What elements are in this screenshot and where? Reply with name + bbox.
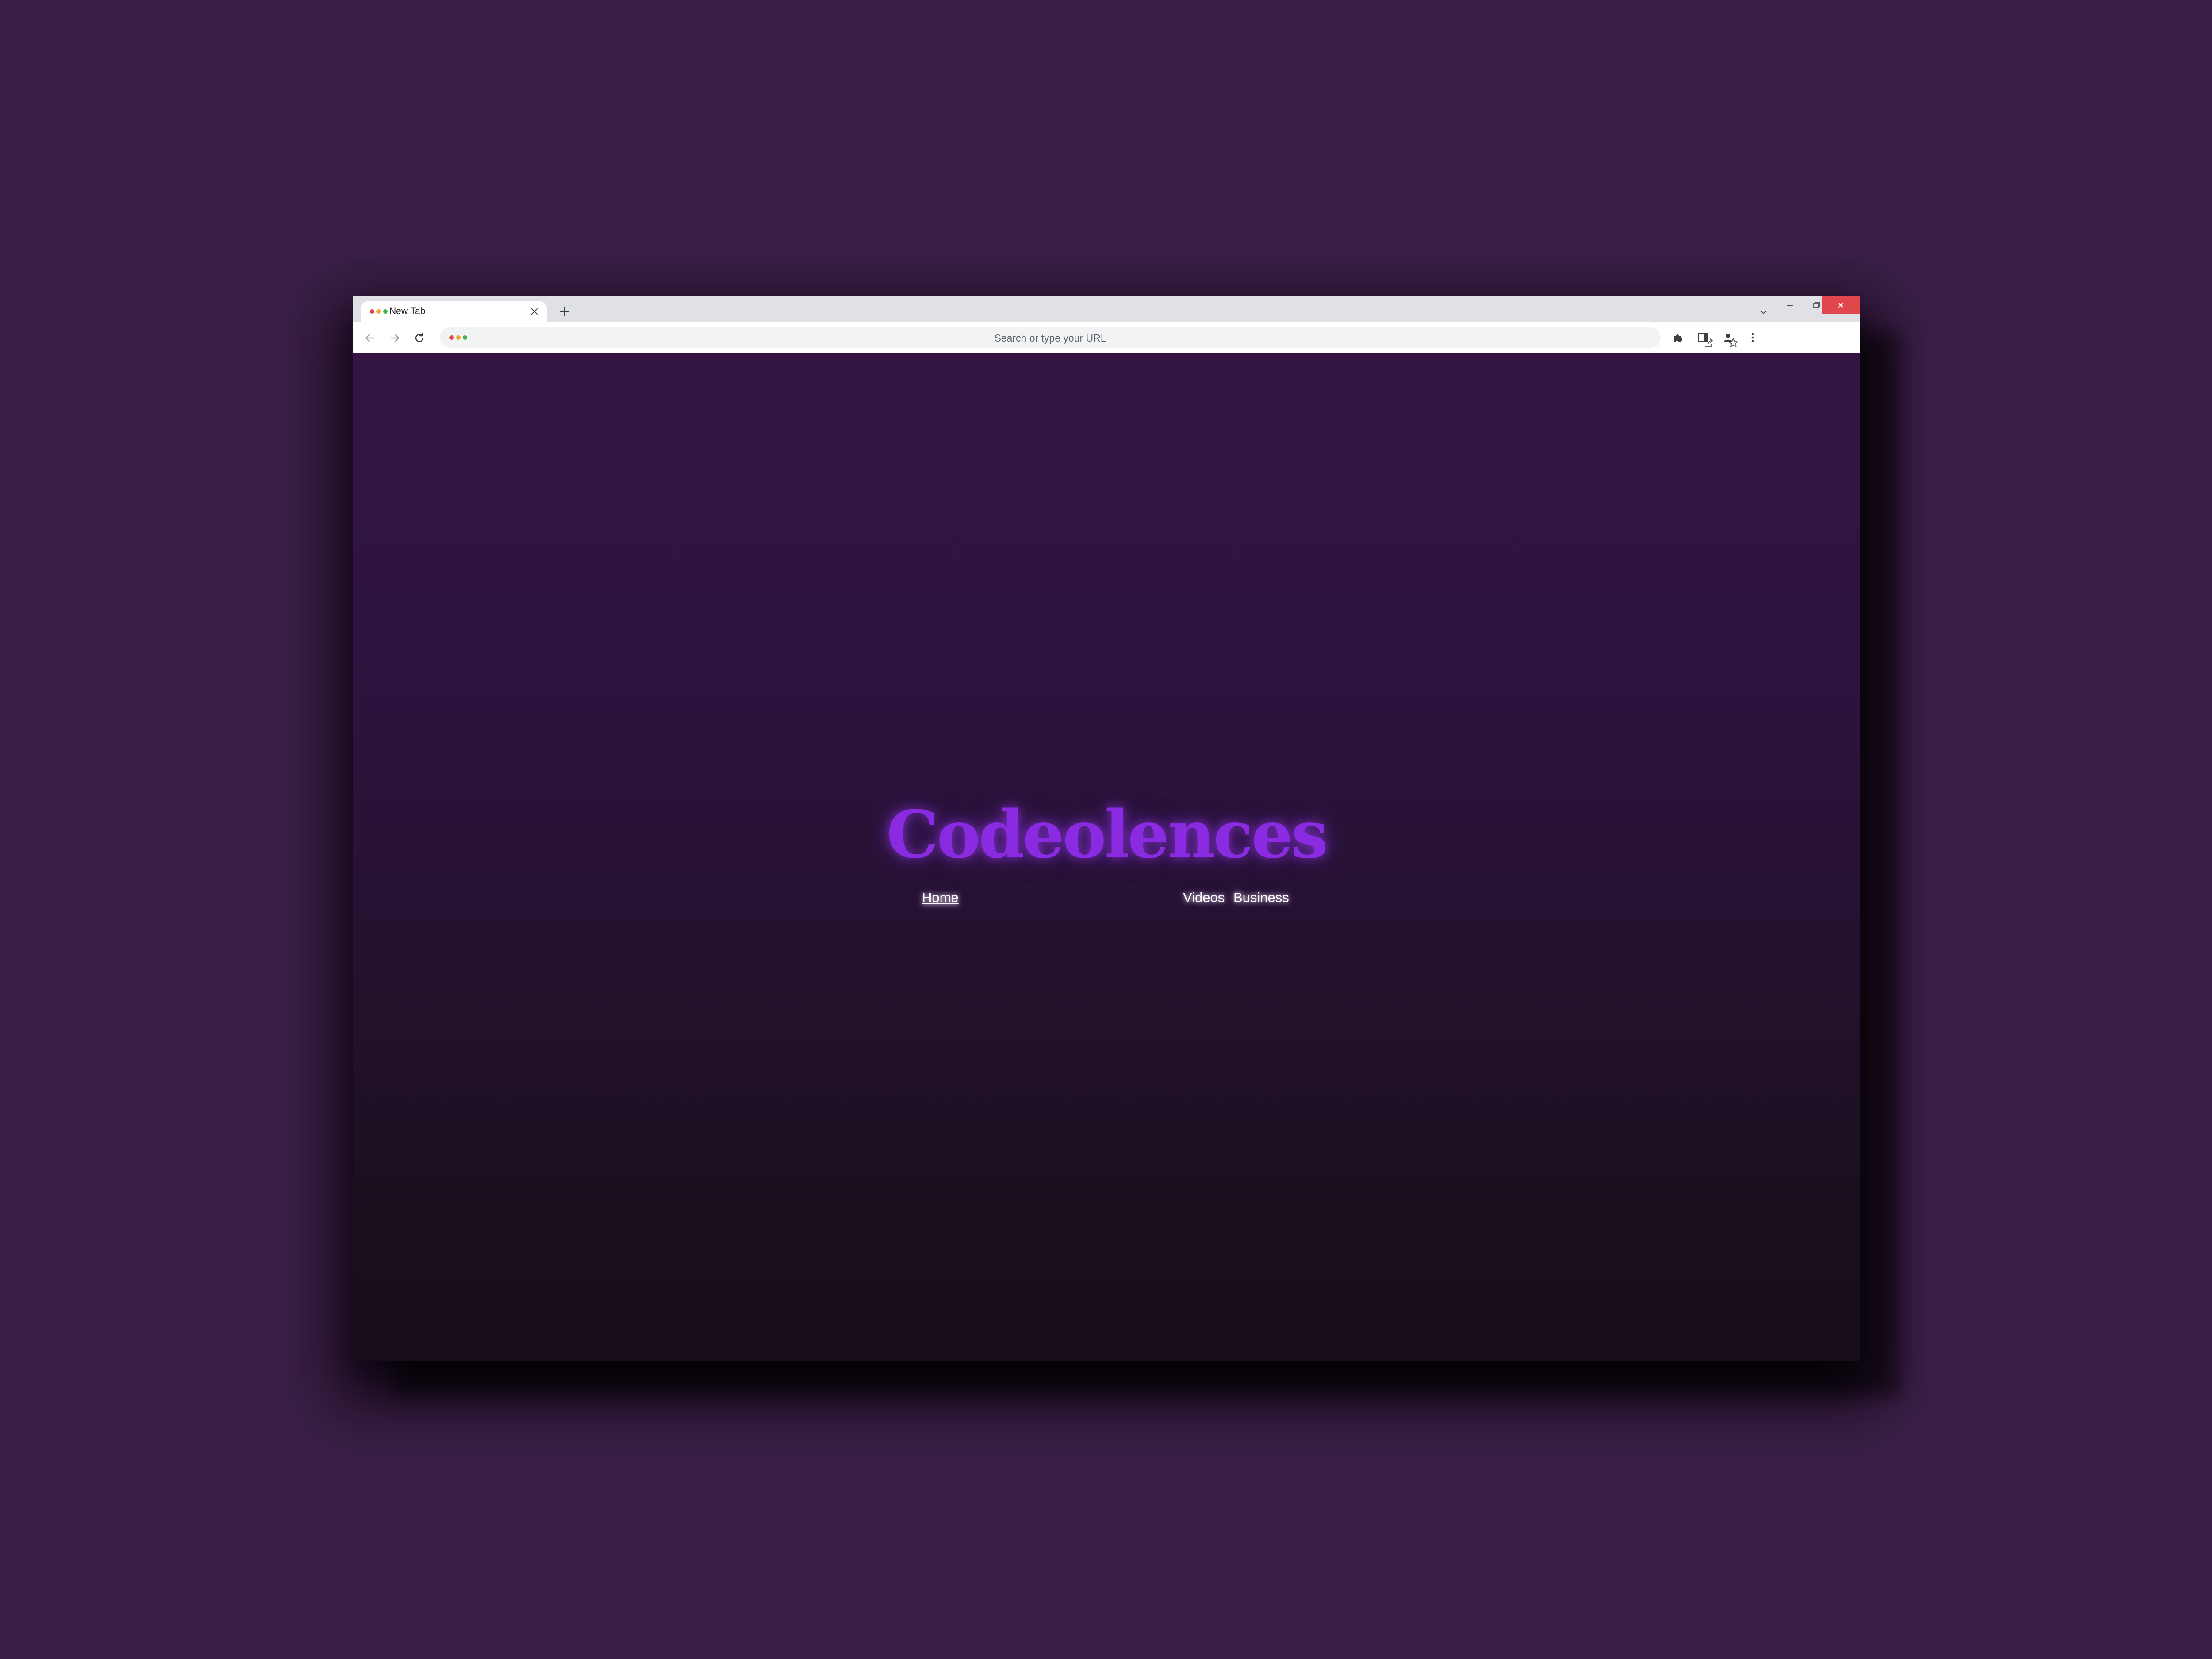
minimize-button[interactable]	[1777, 296, 1803, 314]
plus-icon	[559, 306, 570, 317]
reload-button[interactable]	[411, 329, 428, 347]
red-dot-icon	[370, 309, 374, 314]
side-panel-button[interactable]	[1694, 329, 1712, 346]
kebab-menu-icon	[1751, 333, 1754, 342]
reload-icon	[415, 332, 424, 342]
back-arrow-icon	[365, 334, 375, 342]
restore-icon	[1813, 302, 1820, 308]
close-tab-button[interactable]	[528, 305, 541, 318]
browser-toolbar: Search or type your URL	[353, 322, 1860, 353]
minimize-icon	[1787, 305, 1793, 306]
nav-link-business[interactable]: Business	[1233, 890, 1289, 906]
extensions-button[interactable]	[1669, 329, 1687, 346]
tab-title: New Tab	[389, 306, 426, 316]
site-title: Codeolences	[886, 796, 1328, 873]
yellow-dot-icon	[376, 309, 381, 314]
new-tab-button[interactable]	[556, 303, 573, 320]
chevron-down-icon	[1760, 310, 1767, 315]
profile-button[interactable]	[1719, 329, 1737, 346]
back-button[interactable]	[361, 329, 379, 347]
address-bar[interactable]: Search or type your URL	[440, 327, 1738, 348]
tab-search-button[interactable]	[1755, 304, 1771, 320]
close-window-button[interactable]	[1822, 296, 1860, 314]
close-icon	[531, 308, 538, 315]
close-icon	[1838, 302, 1844, 308]
forward-arrow-icon	[390, 334, 399, 342]
side-panel-icon	[1698, 333, 1708, 342]
desktop: New Tab Search or type your URL Codeolen…	[0, 0, 2212, 1659]
forward-button[interactable]	[386, 329, 403, 347]
tab-favicon-dots	[370, 309, 388, 314]
nav-link-videos[interactable]: Videos	[1183, 890, 1225, 906]
profile-icon	[1724, 334, 1732, 342]
tab-new-tab[interactable]: New Tab	[361, 301, 547, 322]
address-bar-placeholder: Search or type your URL	[994, 332, 1106, 344]
page-viewport: Codeolences Home Videos Business	[353, 353, 1860, 1361]
green-dot-icon	[383, 309, 388, 314]
nav-link-home[interactable]: Home	[922, 890, 959, 906]
browser-menu-button[interactable]	[1744, 329, 1762, 346]
puzzle-icon	[1674, 334, 1682, 342]
tab-strip: New Tab	[353, 296, 1860, 322]
browser-window: New Tab Search or type your URL Codeolen…	[353, 296, 1860, 1361]
